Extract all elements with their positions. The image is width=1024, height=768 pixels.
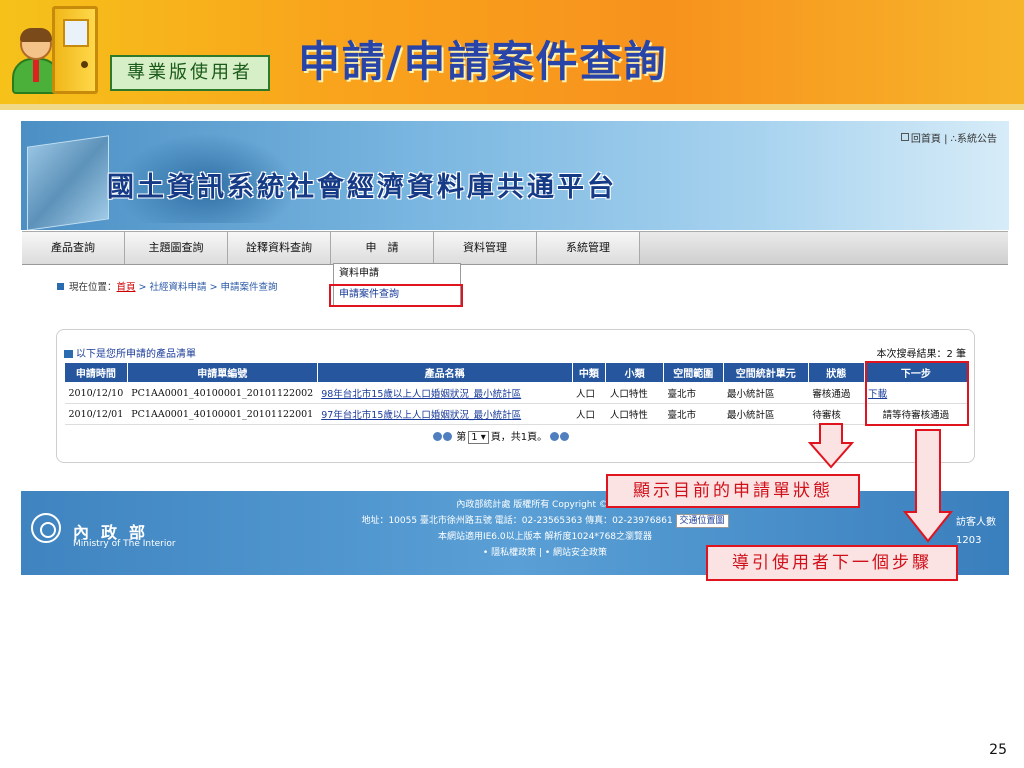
cell-spatial-range: 臺北市 xyxy=(663,382,724,404)
footer-address: 地址：10055 臺北市徐州路五號 電話：02-23565363 傳真：02-2… xyxy=(361,516,673,526)
highlight-box-menu xyxy=(329,284,463,307)
nav-theme-map-query[interactable]: 主題圖查詢 xyxy=(125,232,228,264)
callout-next-step: 導引使用者下一個步驟 xyxy=(706,545,958,581)
security-link[interactable]: 網站安全政策 xyxy=(553,548,607,558)
slide-title: 申請/申請案件查詢 xyxy=(298,37,668,86)
page-select-value: 1 xyxy=(471,432,478,443)
table-header-row: 申請時間 申請單編號 產品名稱 中類 小類 空間範圍 空間統計單元 狀態 下一步 xyxy=(64,362,969,383)
breadcrumb: 現在位置：首頁 > 社經資料申請 > 申請案件查詢 xyxy=(57,279,278,293)
cell-apply-time: 2010/12/01 xyxy=(64,403,128,425)
cell-form-id: PC1AA0001_40100001_20101122002 xyxy=(127,382,318,404)
map-button[interactable]: 交通位置圖 xyxy=(675,514,729,528)
highlight-box-next-step xyxy=(865,361,969,426)
privacy-link[interactable]: 隱私權政策 xyxy=(491,548,536,558)
cell-subcategory: 人口特性 xyxy=(605,403,664,425)
results-heading: 以下是您所申請的產品清單 xyxy=(64,345,196,360)
results-heading-text: 以下是您所申請的產品清單 xyxy=(76,349,196,360)
col-header: 空間範圍 xyxy=(663,362,724,383)
door-icon xyxy=(52,6,98,94)
nav-system-management[interactable]: 系統管理 xyxy=(537,232,640,264)
col-header: 狀態 xyxy=(807,362,865,383)
cell-status: 審核通過 xyxy=(808,382,865,404)
down-arrow-icon xyxy=(808,423,854,469)
pager-prefix: 第 xyxy=(456,432,467,443)
table-row: 2010/12/01 PC1AA0001_40100001_2010112200… xyxy=(64,403,968,425)
ministry-name-en: Ministry of The Interior xyxy=(73,539,176,549)
top-link-separator: | xyxy=(944,134,948,145)
col-header: 申請單編號 xyxy=(126,362,318,383)
long-down-arrow-icon xyxy=(903,429,953,543)
results-count: 本次搜尋結果：2 筆 xyxy=(876,349,966,360)
results-table: 申請時間 申請單編號 產品名稱 中類 小類 空間範圍 空間統計單元 狀態 下一步… xyxy=(64,362,969,425)
col-header: 空間統計單元 xyxy=(722,362,809,383)
footer-policy-links: • 隱私權政策 | • 網站安全政策 xyxy=(482,548,608,558)
cell-category: 人口 xyxy=(572,382,606,404)
col-header: 產品名稱 xyxy=(316,362,573,383)
breadcrumb-separator: > xyxy=(135,282,150,293)
last-page-icon[interactable] xyxy=(560,432,570,441)
slide-number: 25 xyxy=(989,742,1007,758)
table-row: 2010/12/10 PC1AA0001_40100001_2010112200… xyxy=(64,382,968,404)
cell-product-link[interactable]: 97年台北市15歲以上人口婚姻狀況_最小統計區 xyxy=(317,403,573,425)
nav-filler xyxy=(640,232,1008,264)
ministry-logo-icon xyxy=(31,513,61,543)
prev-page-icon[interactable] xyxy=(443,432,452,441)
pagination: 第1 ▾ 頁，共1頁。 xyxy=(433,428,570,444)
breadcrumb-level1[interactable]: 社經資料申請 xyxy=(150,282,207,293)
footer-address-line: 地址：10055 臺北市徐州路五號 電話：02-23565363 傳真：02-2… xyxy=(335,513,755,529)
pager-suffix: 頁，共1頁。 xyxy=(490,432,548,443)
col-header: 申請時間 xyxy=(64,362,128,383)
cubes-graphic-icon xyxy=(27,135,109,230)
next-page-icon[interactable] xyxy=(550,432,560,441)
visitor-label: 訪客人數 xyxy=(956,517,996,528)
col-header: 小類 xyxy=(605,362,665,383)
banner-divider xyxy=(0,104,1024,110)
cell-status: 待審核 xyxy=(808,403,865,425)
col-header: 中類 xyxy=(571,362,607,383)
notice-link[interactable]: 系統公告 xyxy=(957,134,997,145)
slide-banner: 專業版使用者 申請/申請案件查詢 xyxy=(0,0,1024,104)
breadcrumb-home-link[interactable]: 首頁 xyxy=(117,282,136,293)
bullet-icon xyxy=(57,283,64,290)
cell-spatial-unit: 最小統計區 xyxy=(723,403,809,425)
footer-browser-note: 本網站適用IE6.0以上版本 解析度1024*768之瀏覽器 xyxy=(437,532,653,542)
callout-status-overlay: 顯示目前的申請單狀態 xyxy=(606,474,860,508)
nav-product-query[interactable]: 產品查詢 xyxy=(22,232,125,264)
visitor-count: 1203 xyxy=(956,535,982,546)
nav-data-management[interactable]: 資料管理 xyxy=(434,232,537,264)
cell-subcategory: 人口特性 xyxy=(605,382,664,404)
cell-product-link[interactable]: 98年台北市15歲以上人口婚姻狀況_最小統計區 xyxy=(317,382,573,404)
site-header: 國土資訊系統社會經濟資料庫共通平台 回首頁 | ∴系統公告 xyxy=(21,121,1009,230)
cell-apply-time: 2010/12/10 xyxy=(64,382,128,404)
breadcrumb-label: 現在位置： xyxy=(69,282,117,293)
cell-category: 人口 xyxy=(572,403,606,425)
cell-form-id: PC1AA0001_40100001_20101122001 xyxy=(127,403,318,425)
menu-item-data-apply[interactable]: 資料申請 xyxy=(334,264,460,285)
main-nav: 產品查詢 主題圖查詢 詮釋資料查詢 申 請 資料管理 系統管理 xyxy=(22,231,1008,265)
breadcrumb-separator: > xyxy=(206,282,221,293)
page-select[interactable]: 1 ▾ xyxy=(468,431,489,444)
home-link[interactable]: 回首頁 xyxy=(911,134,941,145)
first-page-icon[interactable] xyxy=(433,432,442,441)
nav-metadata-query[interactable]: 詮釋資料查詢 xyxy=(228,232,331,264)
site-title: 國土資訊系統社會經濟資料庫共通平台 xyxy=(107,172,617,203)
list-icon xyxy=(64,350,73,358)
top-links: 回首頁 | ∴系統公告 xyxy=(900,130,997,145)
breadcrumb-current: 申請案件查詢 xyxy=(220,282,278,293)
cell-spatial-unit: 最小統計區 xyxy=(723,382,809,404)
home-icon xyxy=(900,133,909,141)
nav-apply[interactable]: 申 請 xyxy=(331,232,434,264)
user-type-badge: 專業版使用者 xyxy=(110,55,270,91)
cell-spatial-range: 臺北市 xyxy=(663,403,724,425)
